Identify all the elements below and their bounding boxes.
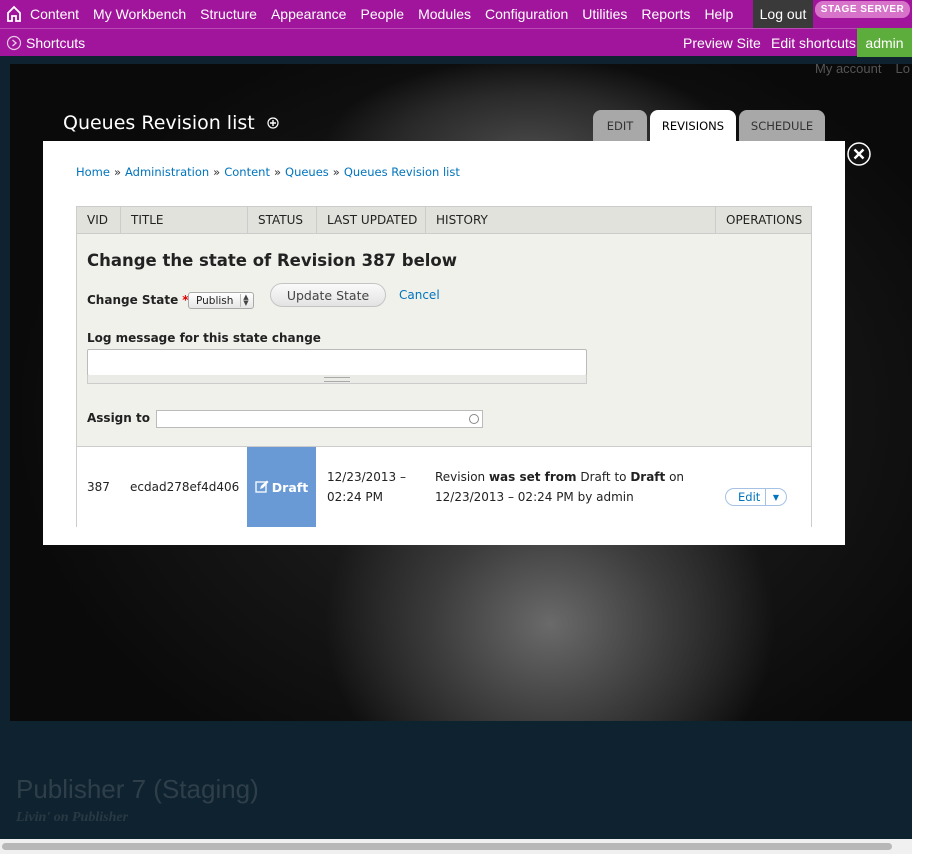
menu-item-structure[interactable]: Structure	[200, 6, 257, 22]
change-state-label-text: Change State	[87, 293, 179, 307]
state-select-value: Publish	[196, 294, 234, 307]
admin-user-link[interactable]: admin	[857, 28, 912, 57]
breadcrumb-queues[interactable]: Queues	[285, 165, 329, 179]
menu-item-my-workbench[interactable]: My Workbench	[93, 6, 186, 22]
edit-button[interactable]: Edit	[726, 489, 766, 505]
menu-item-people[interactable]: People	[360, 6, 404, 22]
overlay-title: Queues Revision list	[63, 112, 279, 134]
cancel-link[interactable]: Cancel	[399, 288, 440, 302]
breadcrumb: Home» Administration» Content» Queues» Queue…	[76, 165, 460, 179]
chevron-down-icon[interactable]: ▼	[766, 493, 786, 502]
horizontal-scrollbar[interactable]	[0, 839, 912, 854]
status-label: Draft	[271, 479, 309, 495]
breadcrumb-administration[interactable]: Administration	[125, 165, 209, 179]
update-state-button[interactable]: Update State	[270, 283, 386, 307]
assign-to-input[interactable]	[156, 410, 483, 428]
logout-button[interactable]: Log out	[753, 0, 813, 28]
user-actions: My account Lo	[815, 61, 924, 76]
row-history: Revision was set from Draft to Draft on …	[435, 447, 684, 527]
tab-edit[interactable]: EDIT	[593, 110, 647, 141]
breadcrumb-separator: »	[113, 165, 122, 179]
log-message-label: Log message for this state change	[87, 331, 321, 345]
shortcuts-bar: Shortcuts Preview Site Edit shortcuts ad…	[0, 28, 912, 57]
page-title: Queues Revision list	[63, 112, 255, 134]
admin-menu: Content My Workbench Structure Appearanc…	[30, 0, 747, 28]
menu-item-help[interactable]: Help	[704, 6, 733, 22]
column-header-vid[interactable]: VID	[77, 207, 121, 233]
menu-item-appearance[interactable]: Appearance	[271, 6, 347, 22]
overlay-tabs: EDIT REVISIONS SCHEDULE	[593, 110, 828, 141]
tab-schedule[interactable]: SCHEDULE	[739, 110, 825, 141]
preview-site-link[interactable]: Preview Site	[683, 29, 761, 56]
site-name[interactable]: Publisher 7 (Staging)	[16, 774, 259, 805]
history-bold-text: Draft	[630, 470, 666, 484]
form-title: Change the state of Revision 387 below	[87, 251, 458, 270]
table-header: VID TITLE STATUS LAST UPDATED HISTORY OP…	[77, 207, 811, 234]
add-shortcut-icon[interactable]	[267, 117, 279, 129]
column-header-status[interactable]: STATUS	[248, 207, 317, 233]
my-account-link[interactable]: My account	[815, 61, 881, 76]
textarea-resize-handle[interactable]	[87, 375, 587, 384]
change-state-label: Change State *	[87, 293, 189, 307]
status-badge[interactable]: Draft	[247, 447, 316, 527]
edit-shortcuts-link[interactable]: Edit shortcuts	[771, 29, 856, 56]
column-header-history: HISTORY	[426, 207, 716, 233]
edit-state-icon	[255, 480, 269, 493]
stage-server-badge: STAGE SERVER	[815, 1, 910, 18]
edit-dropbutton: Edit ▼	[725, 488, 787, 506]
menu-item-content[interactable]: Content	[30, 6, 79, 22]
tab-revisions[interactable]: REVISIONS	[650, 110, 736, 141]
column-header-title[interactable]: TITLE	[121, 207, 248, 233]
site-slogan: Livin' on Publisher	[16, 810, 129, 825]
menu-item-utilities[interactable]: Utilities	[582, 6, 627, 22]
breadcrumb-content[interactable]: Content	[224, 165, 270, 179]
close-overlay-icon[interactable]	[847, 142, 871, 166]
column-header-last-updated[interactable]: LAST UPDATED	[317, 207, 426, 233]
menu-item-reports[interactable]: Reports	[641, 6, 690, 22]
autocomplete-throbber-icon	[469, 414, 479, 424]
shortcuts-label[interactable]: Shortcuts	[26, 29, 85, 56]
home-icon[interactable]	[6, 5, 22, 23]
logout-link-partial[interactable]: Lo	[895, 61, 909, 76]
breadcrumb-separator: »	[273, 165, 282, 179]
breadcrumb-home[interactable]: Home	[76, 165, 110, 179]
state-select[interactable]: Publish ▲ ▼	[188, 292, 254, 309]
row-vid: 387	[87, 480, 110, 494]
history-text: on	[665, 470, 685, 484]
history-text: Draft to	[576, 470, 631, 484]
history-text: Revision	[435, 470, 489, 484]
history-bold-text: was set from	[488, 470, 577, 484]
row-last-updated: 12/23/2013 – 02:24 PM	[327, 447, 406, 527]
shortcuts-toggle-icon[interactable]	[6, 35, 22, 51]
column-header-operations: OPERATIONS	[726, 213, 803, 227]
revisions-table: VID TITLE STATUS LAST UPDATED HISTORY OP…	[76, 206, 812, 527]
menu-item-configuration[interactable]: Configuration	[485, 6, 568, 22]
row-title[interactable]: ecdad278ef4d406	[130, 447, 239, 527]
menu-item-modules[interactable]: Modules	[418, 6, 471, 22]
breadcrumb-separator: »	[332, 165, 340, 179]
assign-to-label: Assign to	[87, 411, 150, 425]
last-updated-date: 12/23/2013 –	[327, 470, 406, 484]
table-row: 387 ecdad278ef4d406 Draft 12/23/2013 – 0…	[77, 447, 811, 527]
history-line-2: 12/23/2013 – 02:24 PM by admin	[435, 490, 634, 504]
breadcrumb-queues-revision-list[interactable]: Queues Revision list	[344, 165, 460, 179]
log-message-textarea[interactable]	[87, 349, 587, 376]
change-state-form: Change the state of Revision 387 below C…	[77, 234, 811, 447]
breadcrumb-separator: »	[213, 165, 221, 179]
history-line-1: Revision was set from Draft to Draft on	[435, 467, 684, 487]
admin-toolbar: Content My Workbench Structure Appearanc…	[0, 0, 912, 28]
last-updated-time: 02:24 PM	[327, 490, 383, 504]
page-edge	[912, 0, 927, 854]
select-arrows-icon: ▲ ▼	[240, 294, 250, 307]
scrollbar-thumb[interactable]	[2, 843, 892, 850]
